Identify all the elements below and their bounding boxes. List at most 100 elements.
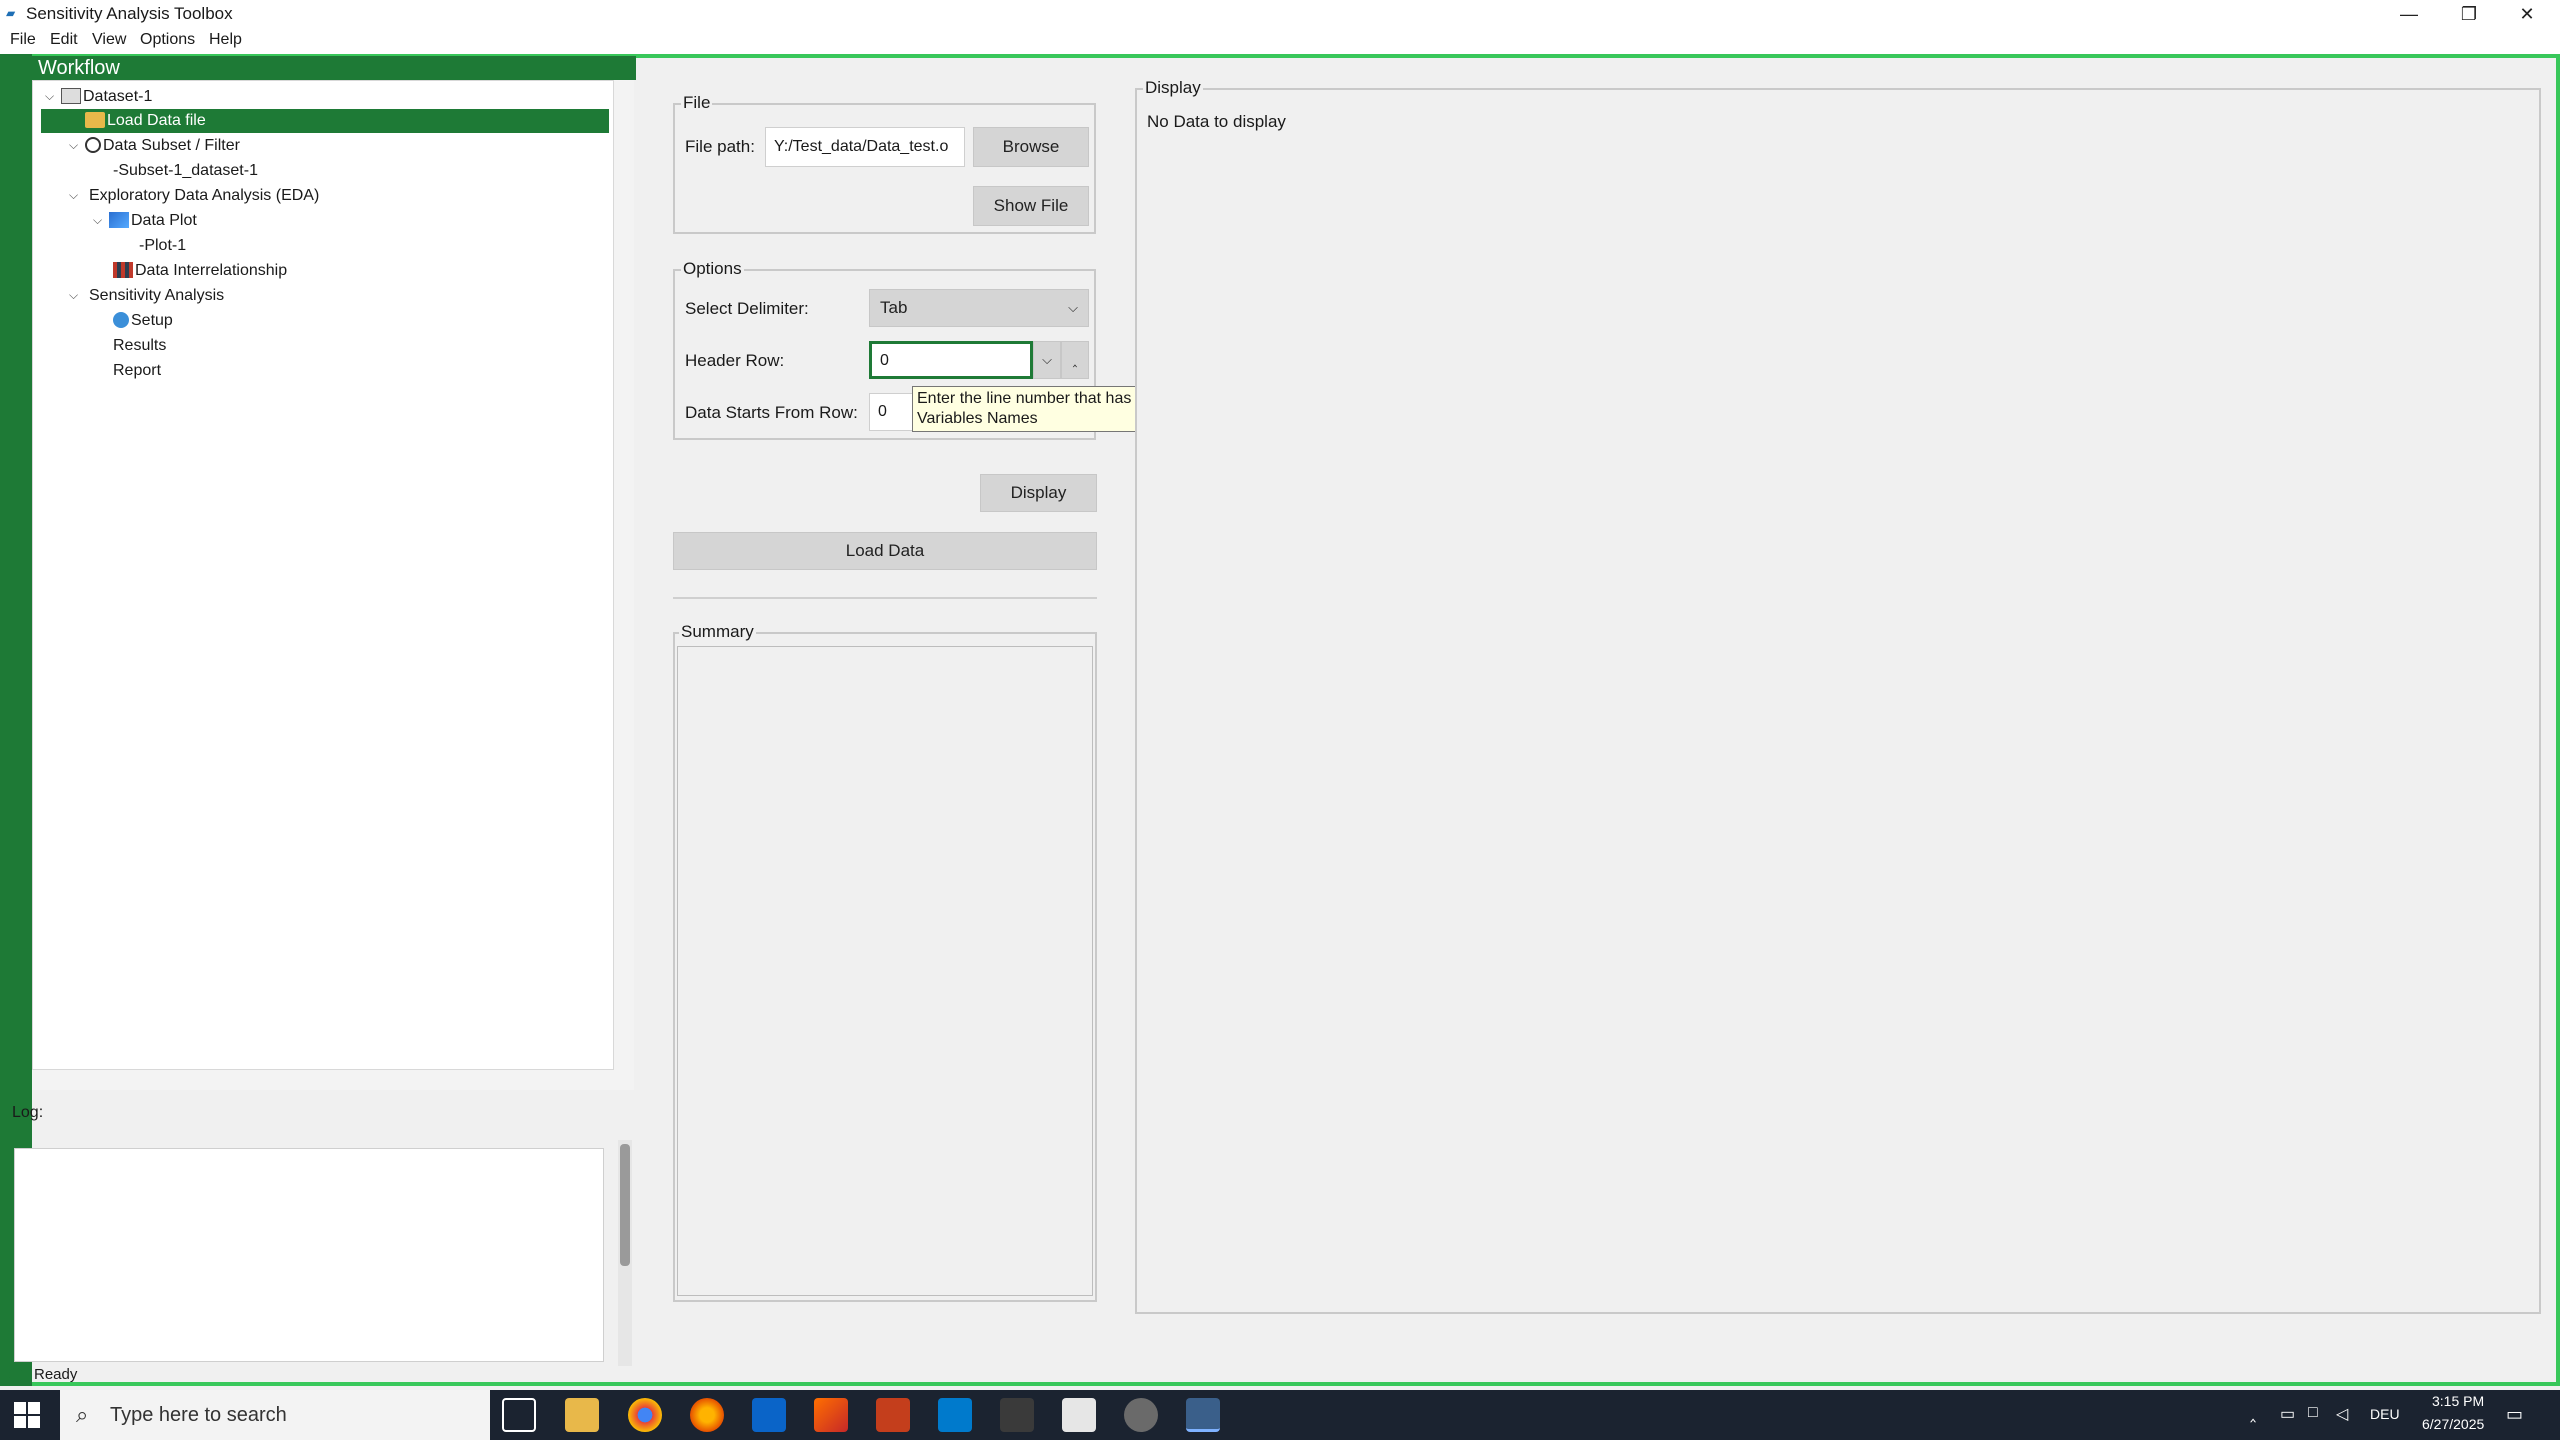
matlab-icon[interactable] <box>814 1398 848 1432</box>
menu-options[interactable]: Options <box>140 31 195 49</box>
taskbar-search[interactable]: ⌕ Type here to search <box>60 1390 490 1440</box>
header-row-tooltip: Enter the line number that has the Varia… <box>912 386 1165 432</box>
spin-up-button[interactable]: ‸ <box>1061 341 1089 379</box>
app-icon[interactable] <box>1000 1398 1034 1432</box>
load-data-button[interactable]: Load Data <box>673 532 1097 570</box>
menu-view[interactable]: View <box>92 31 126 49</box>
restore-button[interactable]: ❐ <box>2440 0 2498 28</box>
file-path-label: File path: <box>685 137 755 157</box>
tree-label: Data Subset / Filter <box>103 137 240 154</box>
python-app-icon[interactable] <box>1186 1398 1220 1432</box>
divider <box>673 597 1097 599</box>
plot-icon <box>109 212 129 228</box>
log-label: Log: <box>12 1104 43 1122</box>
file-group-title: File <box>681 93 712 113</box>
chevron-down-icon[interactable]: ⌵ <box>69 288 78 303</box>
log-output[interactable] <box>14 1148 604 1362</box>
tree-item-report[interactable]: Report <box>113 359 161 383</box>
display-empty-text: No Data to display <box>1147 112 1286 132</box>
log-scrollbar-thumb[interactable] <box>620 1144 630 1266</box>
battery-icon[interactable]: ▭ <box>2280 1404 2295 1424</box>
title-bar: ▰ Sensitivity Analysis Toolbox — ❐ ✕ <box>0 0 2560 28</box>
settings-gear-icon[interactable] <box>1124 1398 1158 1432</box>
dataset-icon <box>61 88 81 104</box>
spin-down-button[interactable]: ⌵ <box>1033 341 1061 379</box>
tree-item-sensitivity[interactable]: Sensitivity Analysis <box>89 284 224 308</box>
summary-group: Summary <box>673 632 1097 1302</box>
network-icon[interactable]: □ <box>2308 1404 2318 1422</box>
folder-icon <box>85 112 105 128</box>
chrome-icon[interactable] <box>628 1398 662 1432</box>
file-group: File File path: Y:/Test_data/Data_test.o… <box>673 103 1096 234</box>
tree-item-eda[interactable]: Exploratory Data Analysis (EDA) <box>89 184 319 208</box>
chevron-down-icon[interactable]: ⌵ <box>93 213 102 228</box>
chevron-down-icon[interactable]: ⌵ <box>69 188 78 203</box>
header-row-spinbox[interactable]: 0 <box>869 341 1033 379</box>
tree-vertical-scrollbar[interactable] <box>614 80 634 1090</box>
tree-item-setup[interactable]: Setup <box>113 309 173 333</box>
close-button[interactable]: ✕ <box>2498 0 2556 28</box>
show-file-button[interactable]: Show File <box>973 186 1089 226</box>
status-text: Ready <box>34 1366 77 1383</box>
tree-label: Data Interrelationship <box>135 262 287 279</box>
options-group-title: Options <box>681 259 744 279</box>
task-view-icon[interactable] <box>502 1398 536 1432</box>
vscode-icon[interactable] <box>938 1398 972 1432</box>
clock-time[interactable]: 3:15 PM <box>2432 1393 2484 1409</box>
tree-label: Data Plot <box>131 212 197 229</box>
data-start-label: Data Starts From Row: <box>685 403 858 423</box>
tree-item-load-data-file[interactable]: Load Data file <box>41 109 609 133</box>
search-icon: ⌕ <box>76 1402 88 1428</box>
browse-button[interactable]: Browse <box>973 127 1089 167</box>
workflow-header: Workflow <box>32 56 636 80</box>
tree-item-plot-1[interactable]: -Plot-1 <box>139 234 186 258</box>
chevron-down-icon: ⌵ <box>1068 290 1078 326</box>
file-explorer-icon[interactable] <box>565 1398 599 1432</box>
tree-item-subset-filter[interactable]: Data Subset / Filter <box>85 134 240 158</box>
window-title: Sensitivity Analysis Toolbox <box>26 4 233 24</box>
tree-item-interrelationship[interactable]: Data Interrelationship <box>113 259 287 283</box>
menu-bar: File Edit View Options Help <box>0 28 2560 54</box>
windows-start-icon[interactable] <box>14 1402 40 1428</box>
matrix-icon <box>113 262 133 278</box>
filter-icon <box>85 137 101 153</box>
notifications-icon[interactable]: ▭ <box>2506 1404 2523 1425</box>
header-row-label: Header Row: <box>685 351 784 371</box>
menu-file[interactable]: File <box>10 31 36 49</box>
summary-text-area[interactable] <box>677 646 1093 1296</box>
outlook-icon[interactable] <box>752 1398 786 1432</box>
firefox-icon[interactable] <box>690 1398 724 1432</box>
workflow-tree[interactable]: ⌵ Dataset-1 Load Data file ⌵ Data Subset… <box>32 80 614 1070</box>
volume-icon[interactable]: ◁ <box>2336 1404 2348 1424</box>
minimize-button[interactable]: — <box>2380 0 2438 28</box>
tree-label: Load Data file <box>107 112 206 129</box>
tree-label: Dataset-1 <box>83 88 152 105</box>
gear-icon <box>113 312 129 328</box>
clock-date[interactable]: 6/27/2025 <box>2422 1416 2484 1432</box>
tree-label: Setup <box>131 312 173 329</box>
status-indicator-icon <box>9 1368 23 1382</box>
tree-item-data-plot[interactable]: Data Plot <box>109 209 197 233</box>
delimiter-value: Tab <box>880 298 907 317</box>
file-path-field[interactable]: Y:/Test_data/Data_test.o <box>765 127 965 167</box>
tree-item-subset-1[interactable]: -Subset-1_dataset-1 <box>113 159 258 183</box>
menu-edit[interactable]: Edit <box>50 31 78 49</box>
delimiter-select[interactable]: Tab ⌵ <box>869 289 1089 327</box>
window-app-icon[interactable] <box>1062 1398 1096 1432</box>
tree-item-results[interactable]: Results <box>113 334 166 358</box>
display-button[interactable]: Display <box>980 474 1097 512</box>
tree-item-dataset[interactable]: Dataset-1 <box>61 85 152 109</box>
display-group: Display No Data to display <box>1135 88 2541 1314</box>
app-icon: ▰ <box>6 8 16 18</box>
chevron-down-icon[interactable]: ⌵ <box>45 89 54 104</box>
summary-title: Summary <box>679 622 756 642</box>
display-title: Display <box>1143 78 1203 98</box>
powerpoint-icon[interactable] <box>876 1398 910 1432</box>
language-indicator[interactable]: DEU <box>2370 1406 2400 1422</box>
chevron-down-icon[interactable]: ⌵ <box>69 138 78 153</box>
search-placeholder: Type here to search <box>110 1404 287 1427</box>
delimiter-label: Select Delimiter: <box>685 299 809 319</box>
menu-help[interactable]: Help <box>209 31 242 49</box>
tree-horizontal-scrollbar[interactable] <box>32 1070 614 1090</box>
tray-chevron-up-icon[interactable]: ‸ <box>2250 1402 2256 1423</box>
